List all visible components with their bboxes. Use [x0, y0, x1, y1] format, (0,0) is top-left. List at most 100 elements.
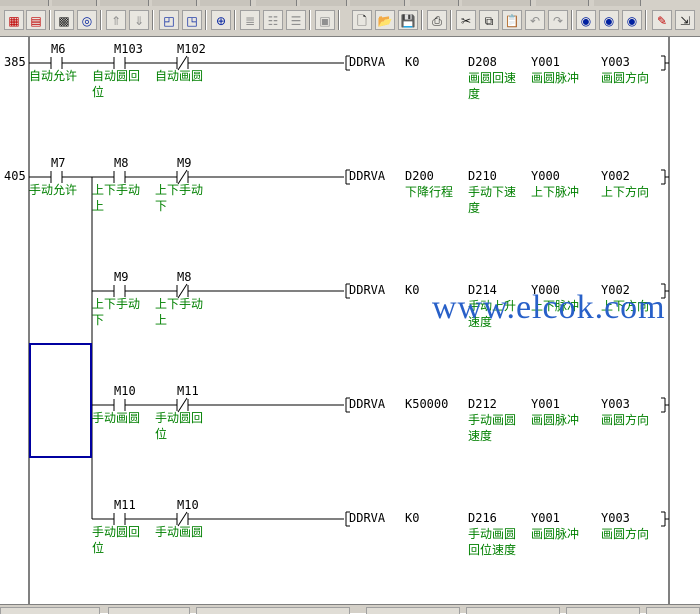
- jump-up-button[interactable]: ⇑: [106, 10, 126, 30]
- toolbar-separator: [338, 10, 340, 30]
- find-button[interactable]: ◉: [576, 10, 596, 30]
- instruction-operand: Y003: [601, 511, 630, 525]
- contact-device-label: M9: [114, 270, 129, 284]
- instruction-operand: Y003: [601, 55, 630, 69]
- contact-device-label: M11: [114, 498, 136, 512]
- toolbar-strip: [410, 0, 459, 6]
- contact-comment: 自动允许: [29, 69, 78, 83]
- contact-device-label: M11: [177, 384, 199, 398]
- print-icon: ⎙: [432, 14, 442, 28]
- device-grid-button[interactable]: ▩: [54, 10, 74, 30]
- toolbar-strip: [256, 0, 297, 6]
- ladder-edit-icon: ▦: [8, 14, 20, 28]
- copy-button[interactable]: ⧉: [479, 10, 499, 30]
- status-pane: [566, 607, 640, 614]
- contact-device-label: M8: [177, 270, 192, 284]
- operand-comment: 画圆方向: [601, 527, 650, 541]
- toolbar-separator: [309, 10, 311, 30]
- new-file-icon: 🗋: [357, 14, 367, 28]
- instruction-operand: D200: [405, 169, 434, 183]
- instruction-op: DDRVA: [349, 55, 386, 69]
- note-button[interactable]: ☰: [286, 10, 306, 30]
- new-file-button[interactable]: 🗋: [352, 10, 372, 30]
- status-pane: [466, 607, 560, 614]
- statement-button[interactable]: ☷: [263, 10, 283, 30]
- toolbar-strip: [300, 0, 347, 6]
- watermark-text: www.elcok.com: [432, 289, 666, 326]
- contact-device-label: M8: [114, 156, 129, 170]
- contact-device-label: M10: [114, 384, 136, 398]
- open-file-icon: 📂: [377, 14, 393, 28]
- toolbar: ▦ ▤ ▩ ◎ ⇑ ⇓ ◰ ◳ ⊕ ≣ ☷ ☰ ▣ 🗋 📂 💾 ⎙ ✂ ⧉ 📋 ↶ ↷ ◉ ◉ ◉ ✎ ⇲: [0, 0, 700, 37]
- window-left-icon: ◰: [163, 14, 175, 28]
- zoom-icon: ⊕: [215, 14, 227, 28]
- find-next-button[interactable]: ◉: [599, 10, 619, 30]
- operand-comment: 手动画圆速度: [468, 413, 517, 443]
- contact-device-label: M10: [177, 498, 199, 512]
- copy-icon: ⧉: [484, 14, 494, 28]
- contact-comment: 自动圆回位: [92, 69, 141, 99]
- paste-button[interactable]: 📋: [502, 10, 522, 30]
- undo-button[interactable]: ↶: [525, 10, 545, 30]
- zoom-button[interactable]: ⊕: [211, 10, 231, 30]
- contact-comment: 手动允许: [29, 183, 78, 197]
- comment-button[interactable]: ≣: [240, 10, 260, 30]
- ladder-monitor-icon: ▤: [30, 14, 42, 28]
- print-button[interactable]: ⎙: [427, 10, 447, 30]
- read-plc-icon: ⇲: [679, 14, 691, 28]
- cut-button[interactable]: ✂: [456, 10, 476, 30]
- toolbar-separator: [421, 10, 423, 30]
- status-pane: [366, 607, 460, 614]
- undo-icon: ↶: [529, 14, 541, 28]
- operand-comment: 画圆回速度: [468, 71, 517, 101]
- save-file-button[interactable]: 💾: [398, 10, 418, 30]
- redo-icon: ↷: [552, 14, 564, 28]
- write-plc-icon: ✎: [656, 14, 668, 28]
- contact-comment: 上下手动上: [155, 297, 204, 327]
- device-search-button[interactable]: ◎: [77, 10, 97, 30]
- display-button[interactable]: ▣: [315, 10, 335, 30]
- contact-device-label: M103: [114, 42, 143, 56]
- open-file-button[interactable]: 📂: [375, 10, 395, 30]
- toolbar-strip: [100, 0, 149, 6]
- jump-up-icon: ⇑: [110, 14, 122, 28]
- write-plc-button[interactable]: ✎: [652, 10, 672, 30]
- toolbar-separator: [450, 10, 452, 30]
- save-file-icon: 💾: [400, 14, 416, 28]
- status-pane: [646, 607, 700, 614]
- contact-comment: 自动画圆: [155, 69, 204, 83]
- status-pane: [196, 607, 350, 614]
- instruction-operand: Y003: [601, 397, 630, 411]
- find-next-icon: ◉: [603, 14, 615, 28]
- toolbar-separator: [49, 10, 51, 30]
- toolbar-strip: [0, 0, 49, 6]
- toolbar-separator: [571, 10, 573, 30]
- toolbar-strip: [594, 0, 641, 6]
- contact-device-label: M102: [177, 42, 206, 56]
- cursor-selection[interactable]: [29, 343, 92, 458]
- instruction-op: DDRVA: [349, 397, 386, 411]
- toolbar-strip: [200, 0, 251, 6]
- operand-comment: 上下脉冲: [531, 185, 580, 199]
- operand-comment: 手动下速度: [468, 185, 517, 215]
- toolbar-strip: [152, 0, 197, 6]
- toolbar-separator: [234, 10, 236, 30]
- jump-down-button[interactable]: ⇓: [129, 10, 149, 30]
- window-right-button[interactable]: ◳: [182, 10, 202, 30]
- window-left-button[interactable]: ◰: [159, 10, 179, 30]
- instruction-operand: Y001: [531, 397, 560, 411]
- instruction-op: DDRVA: [349, 169, 386, 183]
- ladder-edit-button[interactable]: ▦: [4, 10, 24, 30]
- display-icon: ▣: [319, 14, 331, 28]
- device-search-icon: ◎: [81, 14, 93, 28]
- redo-button[interactable]: ↷: [548, 10, 568, 30]
- comment-icon: ≣: [244, 14, 256, 28]
- operand-comment: 手动画圆回位速度: [468, 527, 517, 557]
- ladder-monitor-button[interactable]: ▤: [26, 10, 46, 30]
- find-replace-button[interactable]: ◉: [622, 10, 642, 30]
- read-plc-button[interactable]: ⇲: [675, 10, 695, 30]
- window-right-icon: ◳: [186, 14, 198, 28]
- instruction-operand: D208: [468, 55, 497, 69]
- toolbar-strip: [536, 0, 589, 6]
- operand-comment: 画圆脉冲: [531, 527, 580, 541]
